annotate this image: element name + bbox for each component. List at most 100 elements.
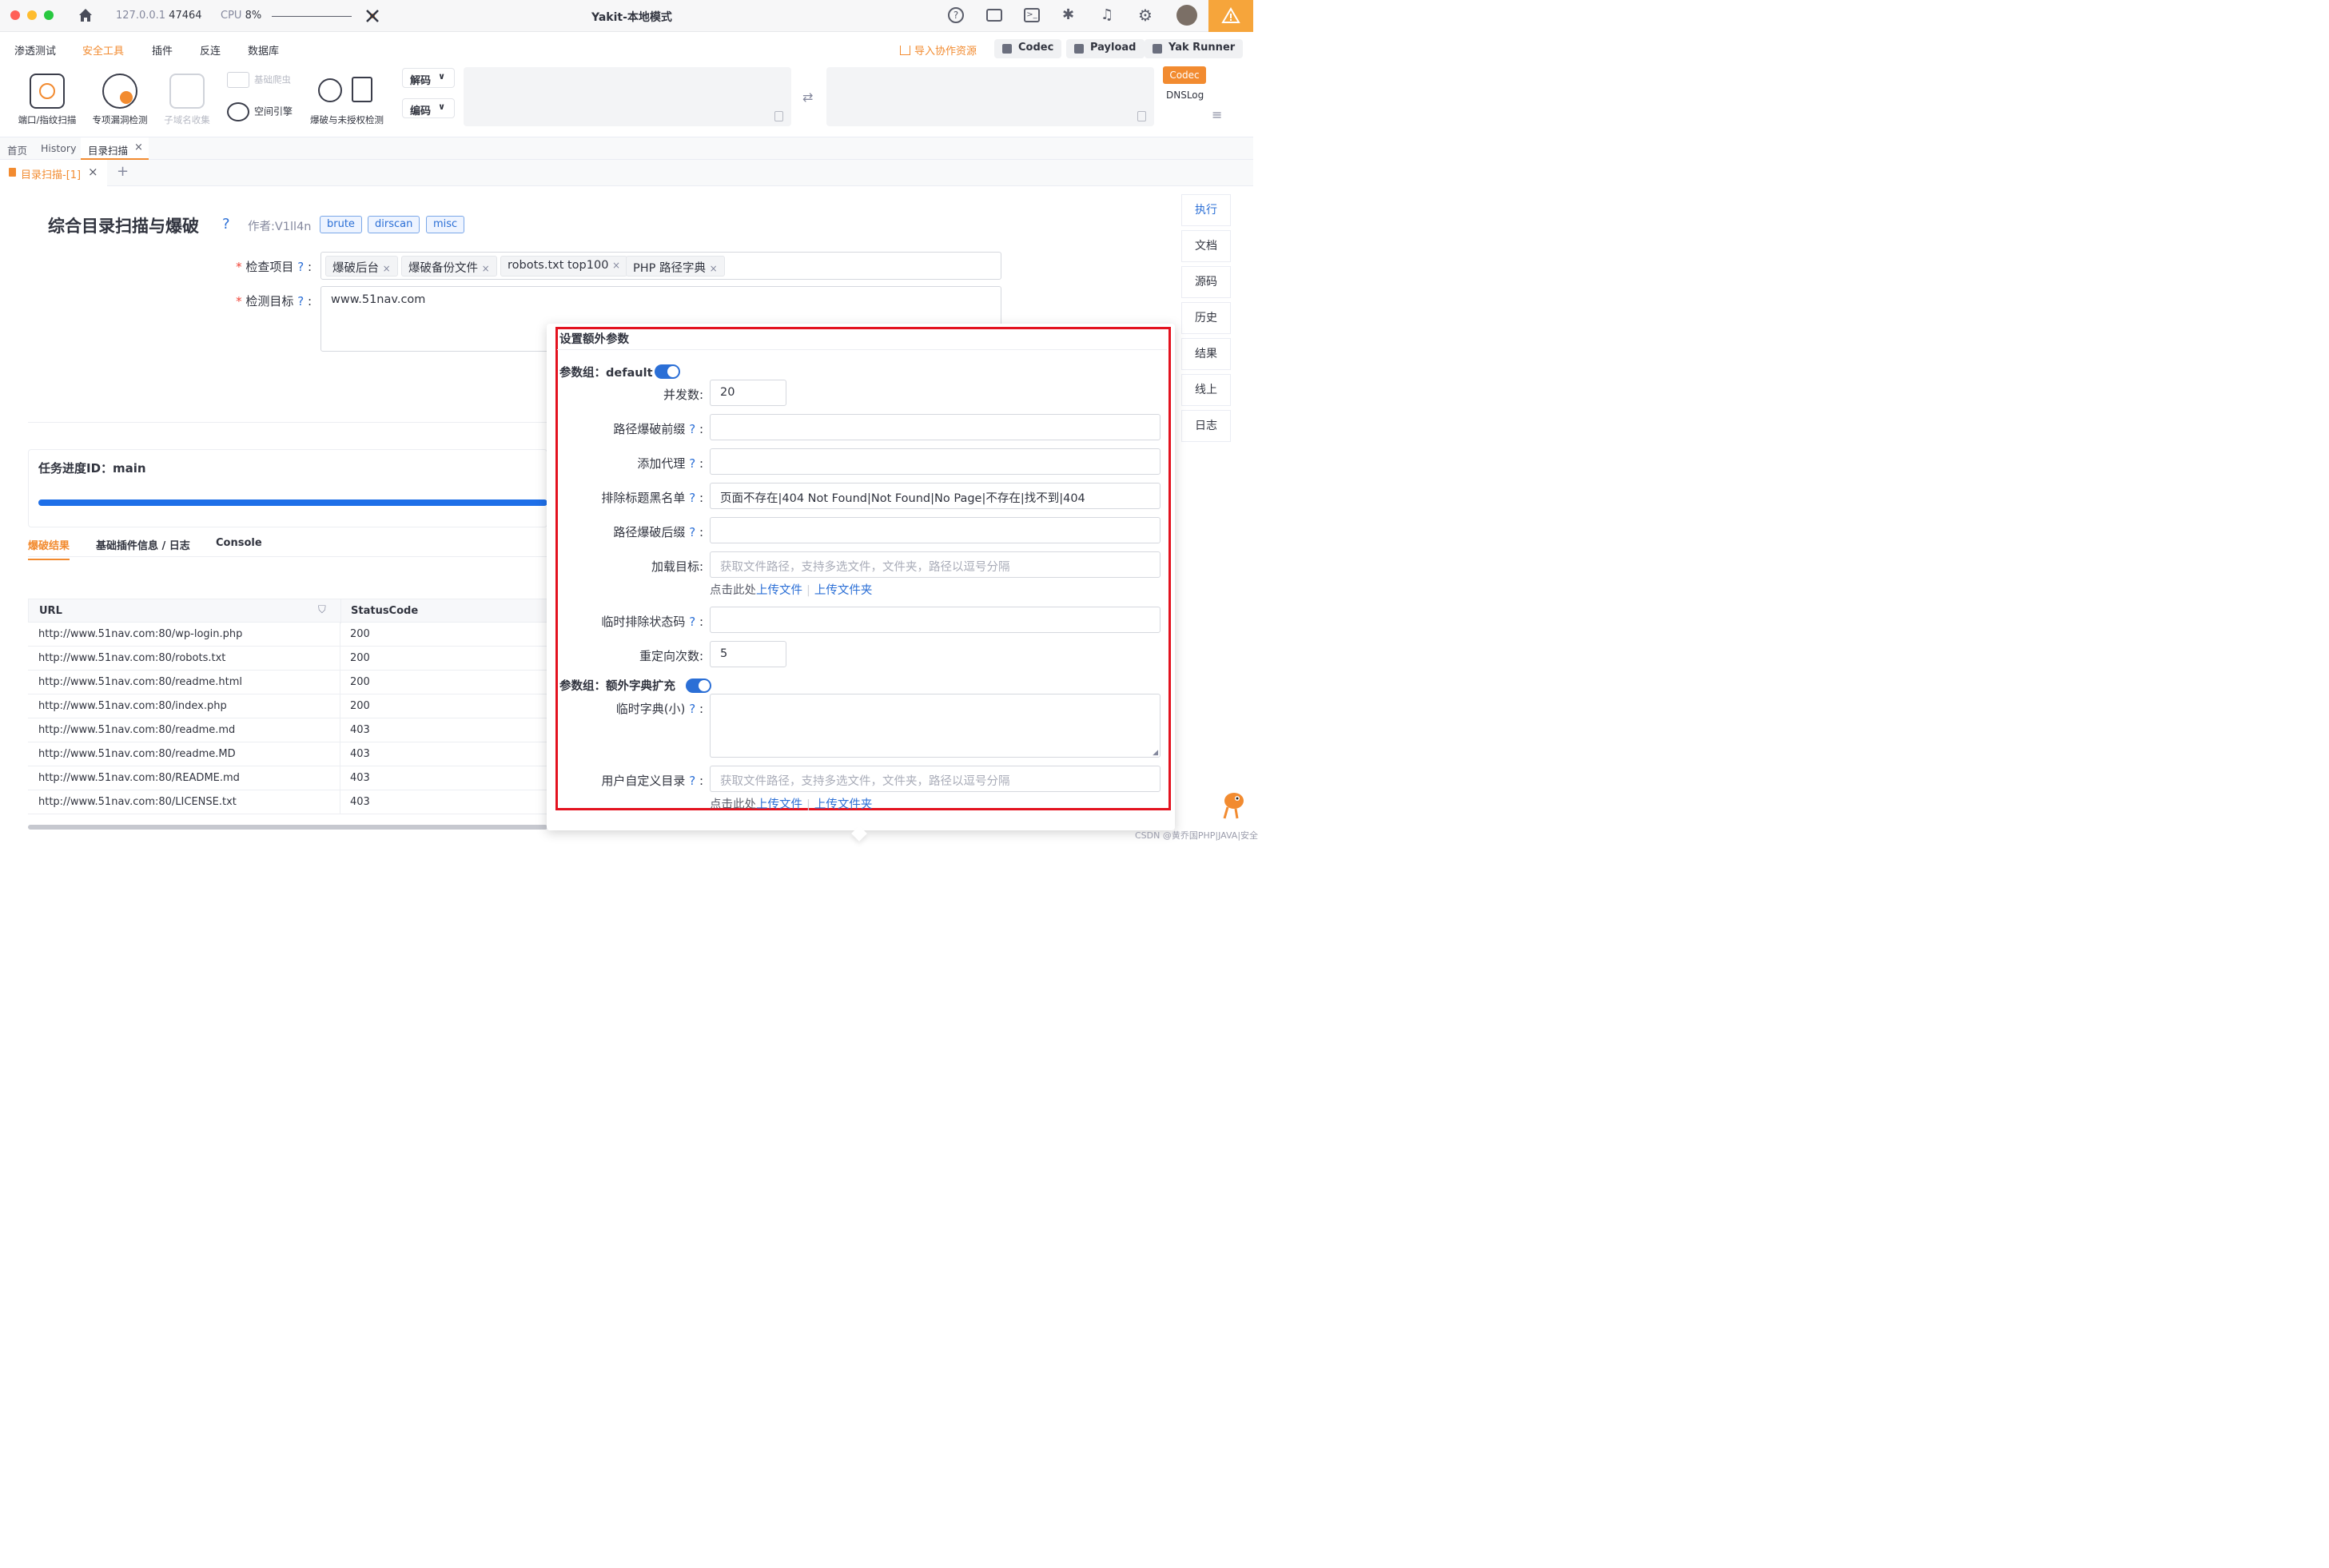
- table-row[interactable]: http://www.51nav.com:80/readme.html 200: [28, 671, 547, 694]
- encode-select[interactable]: 编码 ∨: [402, 98, 455, 118]
- help-icon[interactable]: ?: [689, 456, 695, 471]
- camera-icon[interactable]: [986, 9, 1002, 22]
- close-icon[interactable]: ×: [88, 165, 98, 179]
- table-row[interactable]: http://www.51nav.com:80/README.md 403: [28, 766, 547, 790]
- maximize-window-button[interactable]: [44, 10, 54, 20]
- tool-brute-force-label: 爆破与未授权检测: [310, 114, 384, 125]
- side-history[interactable]: 历史: [1181, 302, 1231, 334]
- exclude-code-input[interactable]: [710, 607, 1161, 633]
- table-row[interactable]: http://www.51nav.com:80/robots.txt 200: [28, 647, 547, 671]
- prefix-input[interactable]: [710, 414, 1161, 440]
- gear-icon[interactable]: ⚙: [1138, 6, 1153, 25]
- menu-plugins[interactable]: 插件: [152, 42, 173, 58]
- tab-console[interactable]: Console: [216, 537, 262, 549]
- payload-button[interactable]: Payload: [1066, 39, 1145, 58]
- remove-icon[interactable]: ×: [383, 263, 391, 274]
- table-row[interactable]: http://www.51nav.com:80/readme.MD 403: [28, 742, 547, 766]
- table-row[interactable]: http://www.51nav.com:80/readme.md 403: [28, 718, 547, 742]
- codec-button[interactable]: Codec: [994, 39, 1062, 58]
- upload-file-link[interactable]: 上传文件: [756, 798, 802, 811]
- proxy-input[interactable]: [710, 448, 1161, 475]
- remove-icon[interactable]: ×: [710, 263, 718, 274]
- temp-dict-textarea[interactable]: ◢: [710, 694, 1161, 758]
- side-execute[interactable]: 执行: [1181, 194, 1231, 226]
- blacklist-input[interactable]: 页面不存在|404 Not Found|Not Found|No Page|不存…: [710, 483, 1161, 509]
- codec-output-area[interactable]: [826, 67, 1154, 126]
- filter-icon[interactable]: ⛉: [318, 604, 326, 616]
- tool-port-scan[interactable]: 端口/指纹扫描: [16, 74, 78, 126]
- upload-folder-link[interactable]: 上传文件夹: [814, 584, 873, 597]
- terminal-icon[interactable]: >_: [1024, 8, 1040, 22]
- table-row[interactable]: http://www.51nav.com:80/index.php 200: [28, 694, 547, 718]
- warning-button[interactable]: [1208, 0, 1253, 32]
- redirect-input[interactable]: 5: [710, 641, 786, 667]
- swap-icon[interactable]: ⇄: [802, 90, 813, 105]
- help-icon[interactable]: ?: [222, 216, 230, 233]
- decode-label: 解码: [410, 75, 432, 87]
- side-results[interactable]: 结果: [1181, 338, 1231, 370]
- group-default-toggle[interactable]: [655, 364, 680, 379]
- table-header: URL ⛉ StatusCode: [28, 599, 547, 623]
- tab-home[interactable]: 首页: [7, 142, 27, 157]
- add-tab-icon[interactable]: +: [117, 163, 129, 180]
- side-source[interactable]: 源码: [1181, 266, 1231, 298]
- tab-dirscan[interactable]: 目录扫描 ×: [81, 137, 149, 160]
- copy-icon[interactable]: [1137, 111, 1146, 121]
- upload-hint: 点击此处: [710, 584, 756, 597]
- resize-handle-icon[interactable]: ◢: [1153, 749, 1158, 757]
- subtab-dirscan-1[interactable]: 目录扫描-[1] ×: [0, 160, 107, 186]
- concurrency-input[interactable]: 20: [710, 380, 786, 406]
- help-icon[interactable]: ?: [689, 491, 695, 505]
- group-dict-toggle[interactable]: [686, 679, 711, 693]
- yak-runner-button[interactable]: Yak Runner: [1145, 39, 1244, 58]
- side-online[interactable]: 线上: [1181, 374, 1231, 406]
- load-target-input[interactable]: 获取文件路径，支持多选文件，文件夹，路径以逗号分隔: [710, 551, 1161, 578]
- menu-pentest[interactable]: 渗透测试: [14, 42, 56, 58]
- side-logs[interactable]: 日志: [1181, 410, 1231, 442]
- avatar[interactable]: [1176, 5, 1197, 26]
- upload-folder-link[interactable]: 上传文件夹: [814, 798, 873, 811]
- help-icon[interactable]: ?: [689, 774, 695, 788]
- tool-brute-force[interactable]: 爆破与未授权检测: [307, 74, 387, 126]
- copy-icon[interactable]: [774, 111, 783, 121]
- tab-plugin-logs[interactable]: 基础插件信息 / 日志: [96, 537, 190, 552]
- codec-tab[interactable]: Codec: [1163, 66, 1206, 84]
- codec-input-area[interactable]: [464, 67, 791, 126]
- remove-icon[interactable]: ×: [482, 263, 490, 274]
- help-icon[interactable]: ?: [297, 260, 304, 274]
- help-icon[interactable]: ?: [689, 525, 695, 539]
- help-icon[interactable]: ?: [948, 7, 964, 23]
- minimize-window-button[interactable]: [27, 10, 37, 20]
- decode-select[interactable]: 解码 ∨: [402, 68, 455, 88]
- engine-port: 47464: [169, 10, 202, 22]
- sort-icon[interactable]: ≡: [1212, 107, 1222, 122]
- menu-reverse[interactable]: 反连: [200, 42, 221, 58]
- horizontal-scrollbar[interactable]: [28, 825, 547, 830]
- table-row[interactable]: http://www.51nav.com:80/LICENSE.txt 403: [28, 790, 547, 814]
- tool-space-engine[interactable]: 空间引擎: [227, 102, 293, 121]
- custom-dir-input[interactable]: 获取文件路径，支持多选文件，文件夹，路径以逗号分隔: [710, 766, 1161, 792]
- home-icon[interactable]: [77, 6, 94, 24]
- help-icon[interactable]: ?: [689, 615, 695, 629]
- menu-database[interactable]: 数据库: [248, 42, 279, 58]
- dnslog-tab[interactable]: DNSLog: [1166, 90, 1204, 101]
- bell-icon[interactable]: ♫: [1101, 6, 1113, 23]
- suffix-input[interactable]: [710, 517, 1161, 543]
- help-icon[interactable]: ?: [297, 294, 304, 308]
- tool-subdomain-label: 子域名收集: [164, 114, 210, 125]
- tab-history[interactable]: History: [41, 142, 76, 154]
- menu-security-tools[interactable]: 安全工具: [82, 42, 124, 58]
- tool-subdomain[interactable]: 子域名收集: [161, 74, 213, 126]
- bug-icon[interactable]: ✱: [1062, 6, 1074, 23]
- close-icon[interactable]: ×: [134, 141, 143, 153]
- side-docs[interactable]: 文档: [1181, 230, 1231, 262]
- table-row[interactable]: http://www.51nav.com:80/wp-login.php 200: [28, 623, 547, 647]
- help-icon[interactable]: ?: [689, 702, 695, 716]
- tool-vuln-detect[interactable]: 专项漏洞检测: [90, 74, 150, 126]
- help-icon[interactable]: ?: [689, 422, 695, 436]
- import-resource-link[interactable]: 导入协作资源: [900, 42, 977, 58]
- tool-crawler[interactable]: 基础爬虫: [227, 72, 291, 88]
- upload-file-link[interactable]: 上传文件: [756, 584, 802, 597]
- remove-icon[interactable]: ×: [612, 260, 620, 271]
- close-window-button[interactable]: [10, 10, 20, 20]
